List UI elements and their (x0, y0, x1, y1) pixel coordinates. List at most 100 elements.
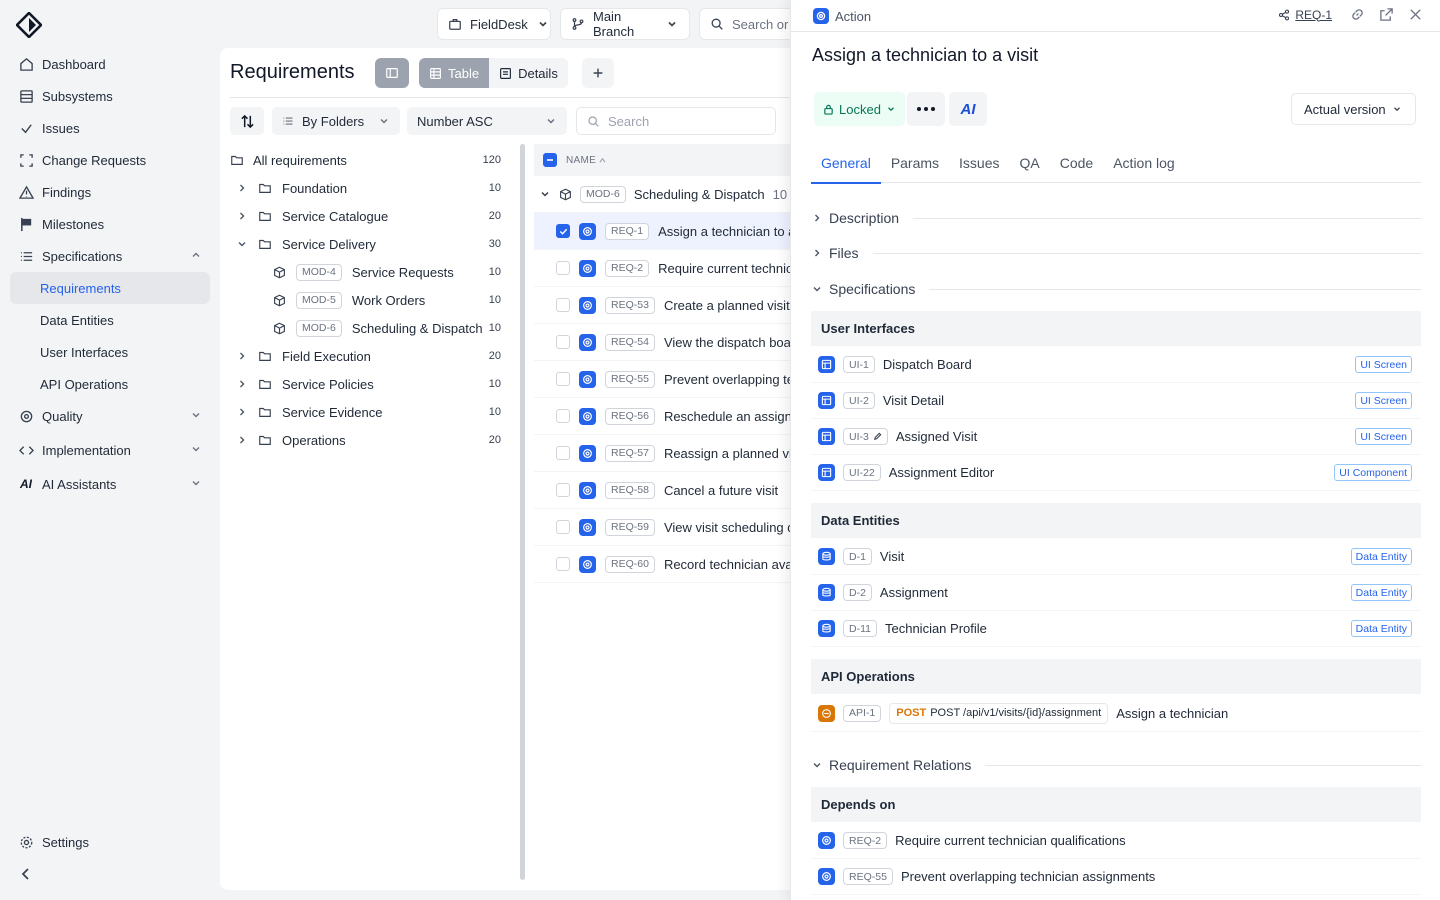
sidebar-item-settings[interactable]: Settings (10, 826, 210, 858)
tree-item-module-active[interactable]: MOD-6 Scheduling & Dispatch 10 (220, 314, 512, 342)
sidebar-item-ai-assistants[interactable]: AI AI Assistants (10, 468, 210, 500)
table-row[interactable]: REQ-54 View the dispatch board (534, 324, 820, 361)
table-row[interactable]: REQ-60 Record technician availability (534, 546, 820, 583)
view-details-button[interactable]: Details (489, 58, 568, 88)
more-button[interactable] (907, 92, 945, 126)
table-row[interactable]: REQ-53 Create a planned visit (534, 287, 820, 324)
section-files[interactable]: Files (811, 241, 1421, 265)
row-checkbox[interactable] (556, 483, 570, 497)
branch-selector[interactable]: Main Branch (560, 8, 690, 40)
tree-item-folder-expanded[interactable]: Service Delivery 30 (220, 230, 512, 258)
row-checkbox[interactable] (556, 372, 570, 386)
api-item[interactable]: API-1 POST POST /api/v1/visits/{id}/assig… (811, 695, 1421, 732)
sidebar-item-api-operations[interactable]: API Operations (10, 368, 210, 400)
chevron-down-icon[interactable] (539, 188, 551, 200)
sidebar-item-dashboard[interactable]: Dashboard (10, 48, 210, 80)
app-logo[interactable] (16, 12, 42, 38)
ui-item[interactable]: UI-3 Assigned Visit UI Screen (811, 419, 1421, 455)
tree-item-folder[interactable]: Service Catalogue 20 (220, 202, 512, 230)
search-input[interactable] (608, 113, 758, 129)
sidebar-item-specifications[interactable]: Specifications (10, 240, 210, 272)
chevron-right-icon[interactable] (236, 182, 248, 194)
chevron-up-icon[interactable] (190, 249, 202, 261)
group-by-select[interactable]: By Folders (272, 107, 400, 135)
chevron-right-icon[interactable] (236, 406, 248, 418)
tree-item-all[interactable]: All requirements 120 (220, 146, 512, 174)
tab-general[interactable]: General (811, 143, 881, 184)
sort-toggle-button[interactable] (230, 107, 264, 135)
add-button[interactable] (582, 58, 614, 88)
sidebar-item-milestones[interactable]: Milestones (10, 208, 210, 240)
row-checkbox[interactable] (556, 520, 570, 534)
lock-status-button[interactable]: Locked (814, 92, 905, 126)
version-select[interactable]: Actual version (1291, 93, 1416, 125)
ui-item[interactable]: UI-2 Visit Detail UI Screen (811, 383, 1421, 419)
chevron-right-icon[interactable] (236, 210, 248, 222)
chevron-down-icon[interactable] (190, 409, 202, 421)
sidebar-item-implementation[interactable]: Implementation (10, 434, 210, 466)
section-description[interactable]: Description (811, 206, 1421, 230)
table-row[interactable]: REQ-59 View visit scheduling details (534, 509, 820, 546)
name-column-header[interactable]: NAME (566, 155, 596, 166)
ref-link[interactable]: REQ-1 (1276, 7, 1332, 22)
row-checkbox[interactable] (556, 298, 570, 312)
group-row[interactable]: MOD-6 Scheduling & Dispatch 10 (534, 176, 820, 213)
tab-params[interactable]: Params (881, 143, 949, 183)
section-specifications[interactable]: Specifications (811, 277, 1421, 301)
open-external-icon[interactable] (1379, 7, 1394, 22)
sidebar-item-data-entities[interactable]: Data Entities (10, 304, 210, 336)
ai-button[interactable]: AI (949, 92, 987, 126)
sidebar-item-quality[interactable]: Quality (10, 400, 210, 432)
row-checkbox[interactable] (556, 224, 570, 238)
data-entity-item[interactable]: D-11 Technician Profile Data Entity (811, 611, 1421, 647)
sidebar-item-change-requests[interactable]: Change Requests (10, 144, 210, 176)
data-entity-item[interactable]: D-2 Assignment Data Entity (811, 575, 1421, 611)
section-relations[interactable]: Requirement Relations (811, 753, 1421, 777)
project-selector[interactable]: FieldDesk (437, 8, 551, 40)
tree-item-module[interactable]: MOD-4 Service Requests 10 (220, 258, 512, 286)
sidebar-item-subsystems[interactable]: Subsystems (10, 80, 210, 112)
table-row[interactable]: REQ-57 Reassign a planned visit (534, 435, 820, 472)
data-entity-item[interactable]: D-1 Visit Data Entity (811, 539, 1421, 575)
chevron-right-icon[interactable] (236, 434, 248, 446)
table-row[interactable]: REQ-2Require current technician qualific… (534, 250, 820, 287)
link-icon[interactable] (1350, 7, 1365, 22)
table-row[interactable]: REQ-55Prevent overlapping technician ass… (534, 361, 820, 398)
chevron-right-icon[interactable] (236, 378, 248, 390)
table-search[interactable] (576, 107, 776, 135)
tree-item-module[interactable]: MOD-5 Work Orders 10 (220, 286, 512, 314)
sidebar-item-requirements[interactable]: Requirements (10, 272, 210, 304)
sidebar-item-findings[interactable]: Findings (10, 176, 210, 208)
table-row[interactable]: REQ-58 Cancel a future visit (534, 472, 820, 509)
close-icon[interactable] (1408, 7, 1423, 22)
tab-action-log[interactable]: Action log (1103, 143, 1184, 183)
sidebar-item-issues[interactable]: Issues (10, 112, 210, 144)
chevron-down-icon[interactable] (190, 443, 202, 455)
dependency-item[interactable]: REQ-2 Require current technician qualific… (811, 823, 1421, 859)
tab-qa[interactable]: QA (1010, 143, 1050, 183)
table-row[interactable]: REQ-1 Assign a technician to a visit (534, 213, 820, 250)
tab-code[interactable]: Code (1050, 143, 1103, 183)
row-checkbox[interactable] (556, 261, 570, 275)
splitter-handle[interactable] (520, 144, 525, 880)
tree-item-folder[interactable]: Foundation 10 (220, 174, 512, 202)
chevron-right-icon[interactable] (236, 350, 248, 362)
tree-item-folder[interactable]: Service Policies 10 (220, 370, 512, 398)
ui-item[interactable]: UI-1 Dispatch Board UI Screen (811, 347, 1421, 383)
tree-item-folder[interactable]: Service Evidence 10 (220, 398, 512, 426)
view-table-button[interactable]: Table (419, 58, 490, 88)
tree-item-folder[interactable]: Operations 20 (220, 426, 512, 454)
row-checkbox[interactable] (556, 446, 570, 460)
sidebar-item-user-interfaces[interactable]: User Interfaces (10, 336, 210, 368)
row-checkbox[interactable] (556, 557, 570, 571)
tree-item-folder[interactable]: Field Execution 20 (220, 342, 512, 370)
chevron-down-icon[interactable] (236, 238, 248, 250)
dependency-item[interactable]: REQ-55 Prevent overlapping technician ass… (811, 859, 1421, 895)
row-checkbox[interactable] (556, 409, 570, 423)
sort-select[interactable]: Number ASC (407, 107, 567, 135)
select-all-checkbox[interactable] (543, 153, 557, 167)
tab-issues[interactable]: Issues (949, 143, 1009, 183)
row-checkbox[interactable] (556, 335, 570, 349)
ui-item[interactable]: UI-22 Assignment Editor UI Component (811, 455, 1421, 491)
collapse-sidebar-icon[interactable] (18, 866, 34, 882)
